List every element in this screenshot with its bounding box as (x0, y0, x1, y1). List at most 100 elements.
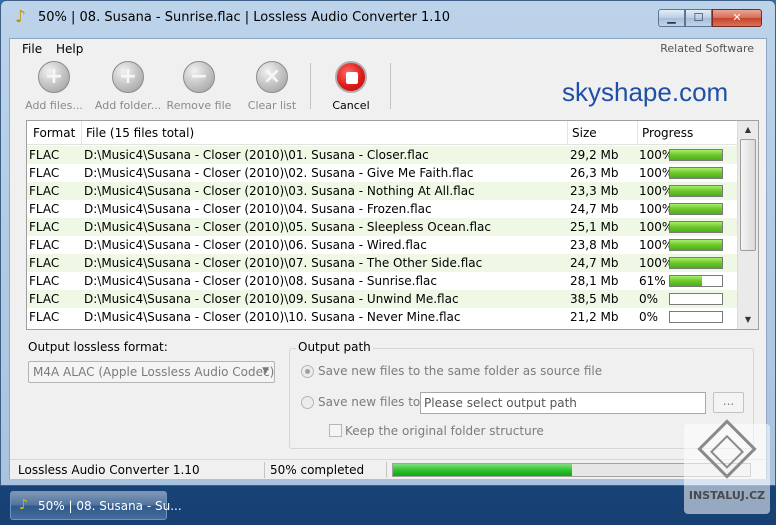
format-cell: FLAC (29, 274, 60, 288)
related-software-link[interactable]: Related Software (660, 42, 754, 55)
file-list[interactable]: Format File (15 files total) Size Progre… (26, 120, 759, 330)
file-path-cell: D:\Music4\Susana - Closer (2010)\01. Sus… (84, 148, 429, 162)
output-format-value: M4A ALAC (Apple Lossless Audio Codec) (33, 365, 275, 379)
taskbar-app-label: 50% | 08. Susana - Su... (38, 499, 182, 513)
brand-logo[interactable]: skyshape.com (562, 77, 728, 108)
app-window: ♪ 50% | 08. Susana - Sunrise.flac | Loss… (0, 0, 776, 486)
radio-custom-folder[interactable] (301, 396, 314, 409)
format-cell: FLAC (29, 238, 60, 252)
custom-folder-label[interactable]: Save new files to: (318, 395, 424, 409)
progress-text-cell: 0% (639, 310, 659, 324)
scroll-thumb[interactable] (740, 139, 756, 251)
clear-list-label: Clear list (247, 99, 297, 112)
menu-help[interactable]: Help (56, 42, 83, 56)
format-cell: FLAC (29, 202, 60, 216)
table-row[interactable]: FLAC D:\Music4\Susana - Closer (2010)\04.… (27, 200, 737, 218)
column-size[interactable]: Size (572, 126, 597, 140)
column-progress[interactable]: Progress (642, 126, 693, 140)
file-path-cell: D:\Music4\Susana - Closer (2010)\02. Sus… (84, 166, 474, 180)
remove-file-label: Remove file (166, 99, 232, 112)
same-folder-label[interactable]: Save new files to the same folder as sou… (318, 364, 602, 378)
row-progress-bar (669, 149, 723, 161)
table-row[interactable]: FLAC D:\Music4\Susana - Closer (2010)\02.… (27, 164, 737, 182)
keep-structure-label[interactable]: Keep the original folder structure (345, 424, 544, 438)
table-row[interactable]: FLAC D:\Music4\Susana - Closer (2010)\08.… (27, 272, 737, 290)
format-cell: FLAC (29, 220, 60, 234)
remove-file-button[interactable]: − Remove file (166, 61, 232, 112)
menu-bar: File Help Related Software (10, 39, 766, 59)
output-path-input[interactable]: Please select output path (420, 392, 706, 414)
size-cell: 23,8 Mb (570, 238, 619, 252)
file-path-cell: D:\Music4\Susana - Closer (2010)\05. Sus… (84, 220, 491, 234)
progress-text-cell: 61% (639, 274, 666, 288)
row-progress-bar (669, 221, 723, 233)
vertical-scrollbar[interactable]: ▲ ▼ (737, 121, 758, 329)
add-folder-button[interactable]: + Add folder... (93, 61, 163, 112)
cancel-button[interactable]: Cancel (326, 61, 376, 112)
status-text: 50% completed (270, 463, 365, 477)
size-cell: 24,7 Mb (570, 202, 619, 216)
table-row[interactable]: FLAC D:\Music4\Susana - Closer (2010)\01.… (27, 146, 737, 164)
format-cell: FLAC (29, 292, 60, 306)
title-bar[interactable]: ♪ 50% | 08. Susana - Sunrise.flac | Loss… (1, 1, 775, 35)
row-progress-bar (669, 293, 723, 305)
scroll-up-icon[interactable]: ▲ (740, 122, 756, 138)
taskbar-app-button[interactable]: ♪ 50% | 08. Susana - Su... (10, 491, 182, 520)
file-path-cell: D:\Music4\Susana - Closer (2010)\06. Sus… (84, 238, 427, 252)
file-path-cell: D:\Music4\Susana - Closer (2010)\07. Sus… (84, 256, 483, 270)
format-cell: FLAC (29, 310, 60, 324)
output-format-select[interactable]: M4A ALAC (Apple Lossless Audio Codec) ▼ (28, 361, 275, 383)
file-path-cell: D:\Music4\Susana - Closer (2010)\08. Sus… (84, 274, 437, 288)
row-progress-bar (669, 275, 723, 287)
table-row[interactable]: FLAC D:\Music4\Susana - Closer (2010)\07.… (27, 254, 737, 272)
table-row[interactable]: FLAC D:\Music4\Susana - Closer (2010)\10.… (27, 308, 737, 326)
watermark-logo: INSTALUJ.CZ (684, 419, 770, 514)
row-progress-bar (669, 239, 723, 251)
format-cell: FLAC (29, 166, 60, 180)
add-files-button[interactable]: + Add files... (24, 61, 84, 112)
table-row[interactable]: FLAC D:\Music4\Susana - Closer (2010)\05.… (27, 218, 737, 236)
status-bar: Lossless Audio Converter 1.10 50% comple… (10, 459, 766, 479)
clear-list-button[interactable]: × Clear list (242, 61, 302, 112)
size-cell: 38,5 Mb (570, 292, 619, 306)
table-row[interactable]: FLAC D:\Music4\Susana - Closer (2010)\09.… (27, 290, 737, 308)
taskbar: ♪ 50% | 08. Susana - Su... (0, 486, 776, 525)
close-button[interactable]: ✕ (712, 9, 762, 27)
file-path-cell: D:\Music4\Susana - Closer (2010)\10. Sus… (84, 310, 461, 324)
row-progress-bar (669, 167, 723, 179)
size-cell: 26,3 Mb (570, 166, 619, 180)
minimize-button[interactable]: ▁ (658, 9, 685, 27)
format-cell: FLAC (29, 184, 60, 198)
output-path-placeholder: Please select output path (424, 396, 577, 410)
table-row[interactable]: FLAC D:\Music4\Susana - Closer (2010)\06.… (27, 236, 737, 254)
size-cell: 21,2 Mb (570, 310, 619, 324)
client-area: File Help Related Software + Add files..… (9, 38, 767, 479)
chevron-down-icon: ▼ (262, 366, 269, 376)
toolbar-separator (310, 63, 311, 109)
file-path-cell: D:\Music4\Susana - Closer (2010)\03. Sus… (84, 184, 475, 198)
column-format[interactable]: Format (33, 126, 75, 140)
add-folder-label: Add folder... (94, 99, 162, 112)
file-path-cell: D:\Music4\Susana - Closer (2010)\09. Sus… (84, 292, 459, 306)
add-files-label: Add files... (25, 99, 83, 112)
browse-button[interactable]: ... (713, 392, 744, 413)
column-file[interactable]: File (15 files total) (86, 126, 194, 140)
toolbar-separator (390, 63, 391, 109)
music-note-icon: ♪ (19, 497, 28, 513)
menu-file[interactable]: File (22, 42, 42, 56)
status-app-name: Lossless Audio Converter 1.10 (18, 463, 200, 477)
stop-icon (335, 61, 367, 93)
file-list-header: Format File (15 files total) Size Progre… (27, 121, 737, 145)
scroll-down-icon[interactable]: ▼ (740, 312, 756, 328)
keep-structure-checkbox[interactable] (329, 424, 342, 437)
add-icon: + (38, 61, 70, 93)
table-row[interactable]: FLAC D:\Music4\Susana - Closer (2010)\03.… (27, 182, 737, 200)
row-progress-bar (669, 185, 723, 197)
format-cell: FLAC (29, 148, 60, 162)
maximize-button[interactable]: ☐ (685, 9, 712, 27)
size-cell: 29,2 Mb (570, 148, 619, 162)
format-cell: FLAC (29, 256, 60, 270)
size-cell: 25,1 Mb (570, 220, 619, 234)
radio-same-folder[interactable] (301, 365, 314, 378)
watermark-text: INSTALUJ.CZ (688, 489, 766, 502)
